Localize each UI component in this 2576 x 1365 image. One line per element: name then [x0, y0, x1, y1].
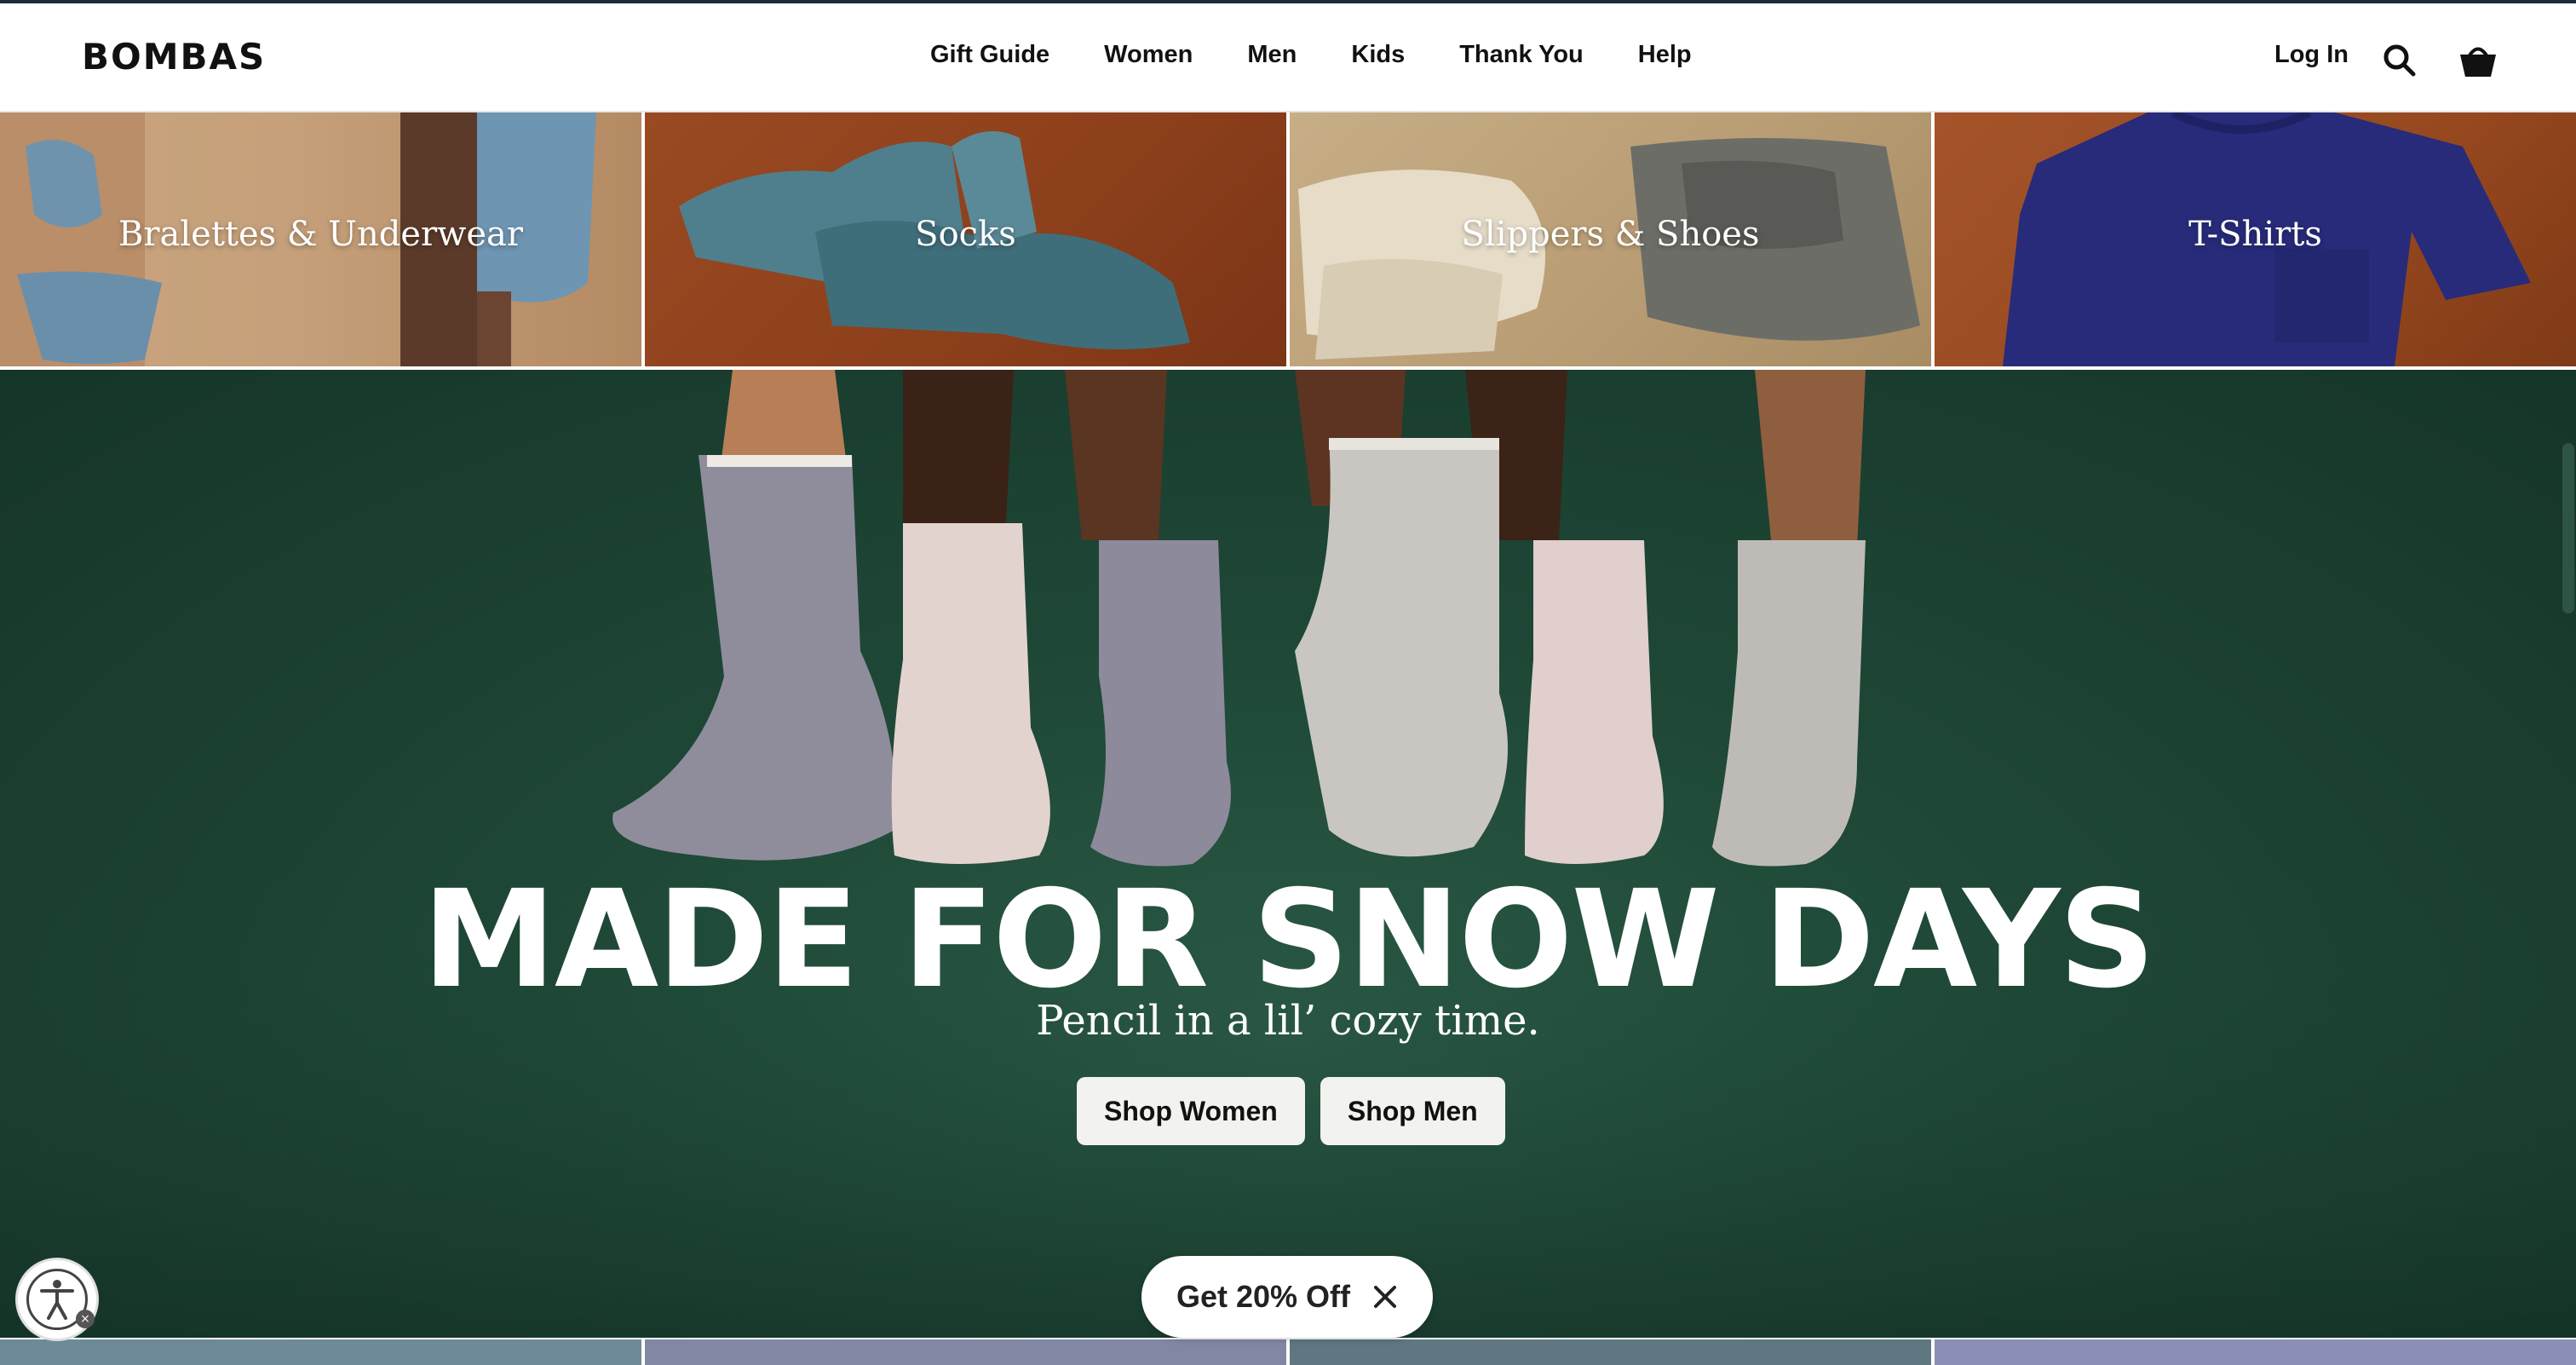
search-icon[interactable] — [2382, 43, 2416, 77]
peek-tile — [1290, 1339, 1931, 1365]
basket-icon[interactable] — [2458, 41, 2498, 78]
hero-socks-photo — [0, 370, 2576, 1338]
nav-item-gift-guide[interactable]: Gift Guide — [930, 41, 1049, 69]
category-tile-slippers[interactable]: Slippers & Shoes — [1290, 112, 1931, 366]
close-icon[interactable] — [1372, 1284, 1398, 1310]
hero-banner: MADE FOR SNOW DAYS Pencil in a lil’ cozy… — [0, 370, 2576, 1338]
nav-item-help[interactable]: Help — [1638, 41, 1692, 69]
site-header: BOMBAS Gift Guide Women Men Kids Thank Y… — [0, 3, 2576, 112]
shop-women-button[interactable]: Shop Women — [1077, 1077, 1305, 1145]
peek-tile — [0, 1339, 641, 1365]
hero-headline: MADE FOR SNOW DAYS — [422, 861, 2156, 1018]
accessibility-widget[interactable]: × — [15, 1258, 99, 1341]
category-label: T-Shirts — [2188, 215, 2322, 254]
accessibility-close-icon[interactable]: × — [76, 1310, 95, 1328]
nav-item-kids[interactable]: Kids — [1351, 41, 1405, 69]
hero-buttons: Shop Women Shop Men — [1077, 1077, 1505, 1145]
nav-item-men[interactable]: Men — [1247, 41, 1297, 69]
promo-pill[interactable]: Get 20% Off — [1141, 1256, 1433, 1338]
promo-label[interactable]: Get 20% Off — [1176, 1279, 1350, 1315]
category-label: Slippers & Shoes — [1461, 215, 1760, 254]
category-tile-underwear[interactable]: Bralettes & Underwear — [0, 112, 641, 366]
hero-subheadline: Pencil in a lil’ cozy time. — [1036, 997, 1540, 1045]
category-row: Bralettes & Underwear Socks Slippers & S… — [0, 112, 2576, 366]
main-nav: Gift Guide Women Men Kids Thank You Help — [930, 41, 1746, 69]
next-section-peek — [0, 1339, 2576, 1365]
category-label: Socks — [915, 215, 1016, 254]
peek-tile — [1935, 1339, 2576, 1365]
nav-item-women[interactable]: Women — [1104, 41, 1193, 69]
category-tile-tshirts[interactable]: T-Shirts — [1935, 112, 2576, 366]
page-scrollbar[interactable] — [2562, 443, 2574, 613]
login-link[interactable]: Log In — [2274, 41, 2349, 69]
category-label: Bralettes & Underwear — [118, 215, 523, 254]
shop-men-button[interactable]: Shop Men — [1320, 1077, 1505, 1145]
peek-tile — [645, 1339, 1286, 1365]
nav-item-thank-you[interactable]: Thank You — [1459, 41, 1584, 69]
brand-logo[interactable]: BOMBAS — [82, 36, 266, 78]
category-tile-socks[interactable]: Socks — [645, 112, 1286, 366]
